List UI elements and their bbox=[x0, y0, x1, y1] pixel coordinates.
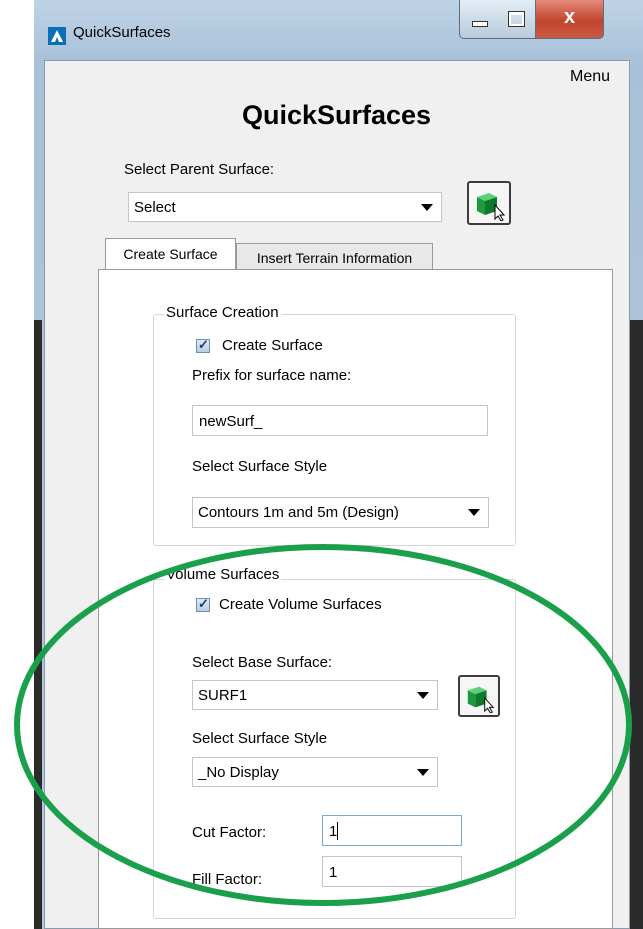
parent-surface-value: Select bbox=[134, 199, 176, 216]
autodesk-logo-icon bbox=[48, 27, 66, 45]
parent-surface-dropdown[interactable]: Select bbox=[128, 192, 442, 222]
pick-surface-icon bbox=[477, 193, 506, 221]
surface-style-label: Select Surface Style bbox=[192, 458, 328, 475]
maximize-icon bbox=[508, 11, 525, 27]
pick-parent-surface-button[interactable] bbox=[467, 181, 511, 225]
surface-style-value: Contours 1m and 5m (Design) bbox=[198, 504, 399, 521]
maximize-button[interactable] bbox=[497, 0, 536, 39]
tab-create-surface-label: Create Surface bbox=[123, 246, 218, 262]
dropdown-arrow-icon bbox=[468, 509, 480, 516]
surface-creation-title: Surface Creation bbox=[164, 304, 281, 321]
highlight-ellipse bbox=[14, 544, 632, 906]
close-button[interactable]: x bbox=[535, 0, 604, 39]
minimize-button[interactable] bbox=[459, 0, 499, 39]
prefix-label: Prefix for surface name: bbox=[192, 367, 352, 384]
page-title: QuickSurfaces bbox=[241, 100, 432, 130]
parent-surface-label: Select Parent Surface: bbox=[124, 161, 275, 178]
dropdown-arrow-icon bbox=[421, 204, 433, 211]
tab-insert-terrain-label: Insert Terrain Information bbox=[256, 250, 413, 266]
minimize-icon bbox=[472, 21, 488, 27]
create-surface-checkbox[interactable] bbox=[196, 337, 210, 353]
prefix-input[interactable]: newSurf_ bbox=[192, 405, 488, 436]
create-surface-label: Create Surface bbox=[222, 337, 323, 354]
tab-create-surface[interactable]: Create Surface bbox=[105, 238, 236, 270]
menu-button[interactable]: Menu bbox=[570, 68, 610, 86]
prefix-value: newSurf_ bbox=[199, 413, 263, 430]
close-icon: x bbox=[563, 6, 576, 28]
surface-style-dropdown[interactable]: Contours 1m and 5m (Design) bbox=[192, 497, 489, 528]
window-title: QuickSurfaces bbox=[73, 24, 171, 41]
tab-insert-terrain-information[interactable]: Insert Terrain Information bbox=[236, 243, 433, 271]
